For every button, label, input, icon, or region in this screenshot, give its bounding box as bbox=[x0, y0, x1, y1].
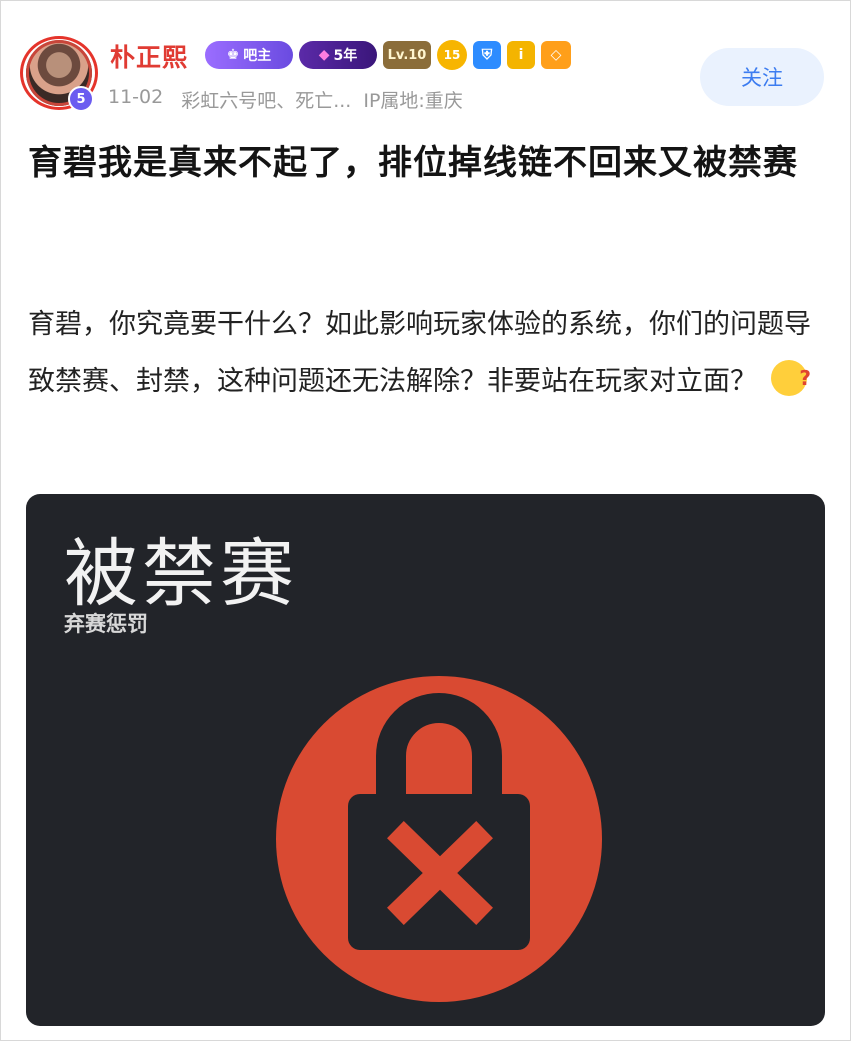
post-date: 11-02 bbox=[108, 86, 164, 108]
info-icon[interactable]: i bbox=[507, 41, 535, 69]
avatar-level-badge: 5 bbox=[68, 86, 94, 112]
level-badge[interactable]: Lv.10 bbox=[383, 41, 431, 69]
admin-badge[interactable]: ♚ 吧主 bbox=[205, 41, 293, 69]
coin-badge[interactable]: 15 bbox=[437, 40, 467, 70]
avatar[interactable]: 5 bbox=[16, 36, 100, 112]
admin-badge-label: 吧主 bbox=[243, 48, 272, 64]
author-name[interactable]: 朴正熙 bbox=[110, 38, 188, 74]
crown-icon: ♚ bbox=[226, 47, 240, 63]
years-badge[interactable]: ◆ 5年 bbox=[299, 41, 377, 69]
post-body-text: 育碧，你究竟要干什么？如此影响玩家体验的系统，你们的问题导致禁赛、封禁，这种问题… bbox=[28, 309, 811, 397]
shield-icon[interactable]: ⛨ bbox=[473, 41, 501, 69]
user-badges: ♚ 吧主 ◆ 5年 Lv.10 15 ⛨ i ◇ bbox=[205, 40, 571, 70]
thinking-face-emoji bbox=[771, 350, 811, 407]
lock-x-icon bbox=[276, 676, 602, 1002]
gem-icon: ◆ bbox=[318, 47, 330, 63]
post-ip-location: IP属地:重庆 bbox=[363, 90, 463, 112]
follow-button[interactable]: 关注 bbox=[700, 48, 824, 106]
years-badge-label: 5年 bbox=[333, 48, 358, 64]
post-image[interactable]: 被禁赛 弃赛惩罚 bbox=[26, 494, 825, 1026]
diamond-icon[interactable]: ◇ bbox=[541, 41, 571, 69]
post-meta: 11-02 彩虹六号吧、死亡... IP属地:重庆 bbox=[108, 86, 463, 113]
post-body: 育碧，你究竟要干什么？如此影响玩家体验的系统，你们的问题导致禁赛、封禁，这种问题… bbox=[28, 296, 828, 410]
post-forums[interactable]: 彩虹六号吧、死亡... bbox=[181, 86, 351, 113]
post-title: 育碧我是真来不起了，排位掉线链不回来又被禁赛 bbox=[28, 143, 798, 183]
